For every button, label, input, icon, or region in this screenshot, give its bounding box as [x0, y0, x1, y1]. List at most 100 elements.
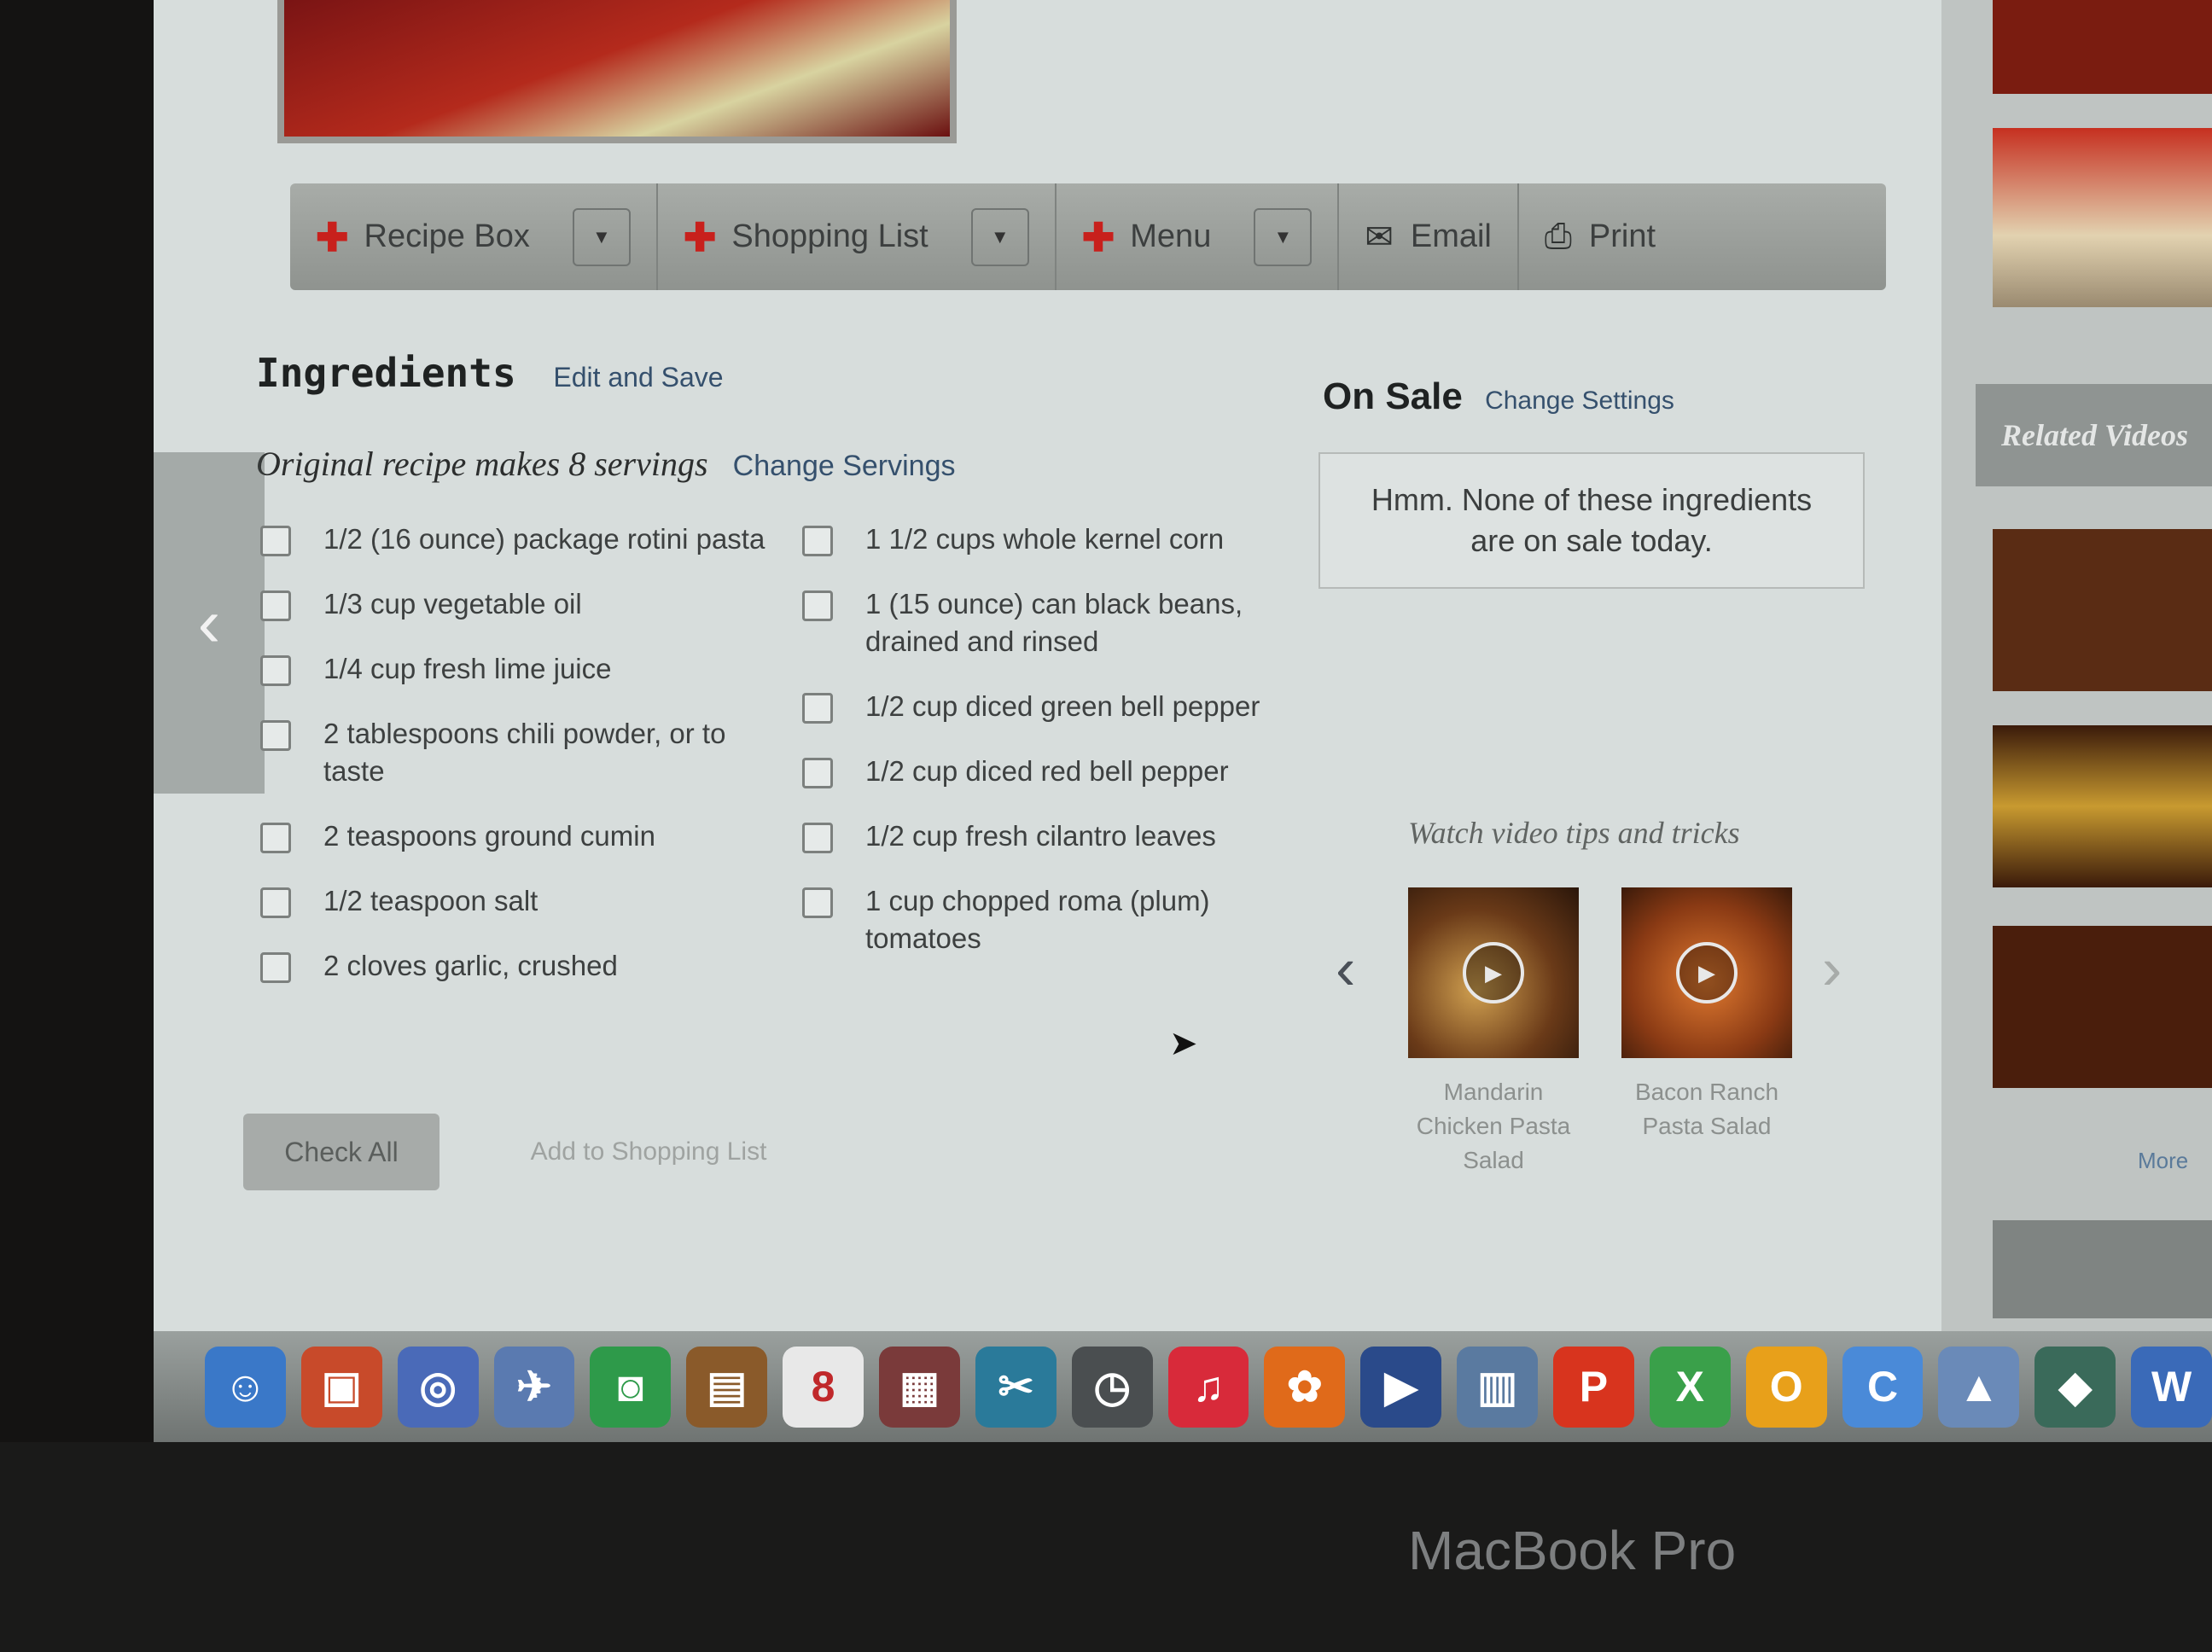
shopping-list-label: Shopping List — [731, 218, 928, 254]
ingredient-label: 1 1/2 cups whole kernel corn — [865, 523, 1225, 555]
ingredient-checkbox[interactable] — [802, 590, 833, 621]
email-button[interactable]: ✉ Email — [1339, 183, 1519, 290]
video-card[interactable]: ▶ Mandarin Chicken Pasta Salad — [1408, 887, 1579, 1178]
plus-icon: ✚ — [316, 214, 349, 259]
servings-text: Original recipe makes 8 servings — [256, 445, 708, 483]
related-video-thumbnail[interactable] — [1993, 725, 2212, 887]
mouse-cursor-icon: ➤ — [1169, 1025, 1198, 1062]
photos-icon[interactable]: ▦ — [879, 1346, 960, 1428]
chevron-down-icon: ▼ — [990, 225, 1010, 247]
contacts-icon[interactable]: ▤ — [686, 1346, 768, 1428]
ingredient-checkbox[interactable] — [260, 887, 291, 918]
safari-icon[interactable]: ◎ — [397, 1346, 479, 1428]
ingredient-item[interactable]: 1/4 cup fresh lime juice — [260, 650, 789, 688]
video-thumbnail[interactable]: ▶ — [1621, 887, 1792, 1058]
ingredient-checkbox[interactable] — [260, 823, 291, 853]
ingredient-label: 1 (15 ounce) can black beans, drained an… — [865, 588, 1243, 657]
finder-icon[interactable]: ☺ — [205, 1346, 286, 1428]
ingredient-item[interactable]: 1/2 cup diced red bell pepper — [802, 753, 1331, 790]
related-video-thumbnail[interactable] — [1993, 529, 2212, 691]
ingredient-checkbox[interactable] — [260, 526, 291, 556]
screen: ✚ Recipe Box ▼ ✚ Shopping List ▼ ✚ Menu … — [154, 0, 2212, 1442]
ingredient-checkbox[interactable] — [802, 823, 833, 853]
video-tips-title: Watch video tips and tricks — [1408, 816, 1740, 850]
ingredient-item[interactable]: 2 tablespoons chili powder, or to taste — [260, 715, 789, 790]
mail-icon[interactable]: ✈ — [493, 1346, 575, 1428]
ingredient-label: 2 teaspoons ground cumin — [323, 820, 655, 852]
chrome-icon[interactable]: C — [1842, 1346, 1924, 1428]
ingredient-item[interactable]: 1/2 (16 ounce) package rotini pasta — [260, 521, 789, 558]
print-button[interactable]: ⎙ Print — [1519, 183, 1681, 290]
ingredient-label: 1 cup chopped roma (plum) tomatoes — [865, 885, 1210, 954]
recipe-box-label: Recipe Box — [364, 218, 530, 254]
recipe-box-dropdown[interactable]: ▼ — [572, 207, 631, 266]
add-to-shopping-list-button[interactable]: Add to Shopping List — [478, 1114, 819, 1190]
powerpoint-icon[interactable]: P — [1553, 1346, 1634, 1428]
menu-dropdown[interactable]: ▼ — [1254, 207, 1313, 266]
recipe-toolbar: ✚ Recipe Box ▼ ✚ Shopping List ▼ ✚ Menu … — [290, 183, 1886, 290]
ingredient-item[interactable]: 1/2 teaspoon salt — [260, 882, 789, 920]
check-all-button[interactable]: Check All — [243, 1114, 439, 1190]
quicktime-icon[interactable]: ▶ — [1360, 1346, 1442, 1428]
ingredient-item[interactable]: 1/3 cup vegetable oil — [260, 585, 789, 623]
preview-icon[interactable]: ✂ — [975, 1346, 1057, 1428]
ingredient-checkbox[interactable] — [260, 590, 291, 621]
downloads-icon[interactable]: ▲ — [1938, 1346, 2020, 1428]
video-thumbnail[interactable]: ▶ — [1408, 887, 1579, 1058]
ingredient-item[interactable]: 1 cup chopped roma (plum) tomatoes — [802, 882, 1331, 957]
ingredient-label: 1/2 (16 ounce) package rotini pasta — [323, 523, 765, 555]
finder-window-icon[interactable]: ▥ — [1457, 1346, 1539, 1428]
dock: ☺ ▣ ◎ ✈ ◙ ▤ 8 ▦ ✂ ◷ ♫ ✿ ▶ ▥ P X O C ▲ ◆ W — [154, 1331, 2212, 1442]
edit-and-save-link[interactable]: Edit and Save — [553, 362, 723, 393]
ingredient-item[interactable]: 1/2 cup diced green bell pepper — [802, 688, 1331, 725]
facetime-icon[interactable]: ◙ — [590, 1346, 672, 1428]
outlook-icon[interactable]: O — [1745, 1346, 1827, 1428]
stack-icon[interactable]: ◆ — [2034, 1346, 2116, 1428]
video-next-button[interactable]: › — [1822, 934, 1842, 1003]
chevron-left-icon: ‹ — [197, 585, 221, 660]
ingredient-item[interactable]: 1/2 cup fresh cilantro leaves — [802, 817, 1331, 855]
video-card[interactable]: ▶ Bacon Ranch Pasta Salad — [1621, 887, 1792, 1143]
ingredient-checkbox[interactable] — [802, 758, 833, 788]
video-title[interactable]: Mandarin Chicken Pasta Salad — [1408, 1075, 1579, 1178]
more-link[interactable]: More — [2138, 1148, 2188, 1174]
word-icon[interactable]: W — [2131, 1346, 2212, 1428]
ingredient-label: 1/2 teaspoon salt — [323, 885, 538, 916]
ingredient-label: 1/2 cup fresh cilantro leaves — [865, 820, 1216, 852]
ingredient-checkbox[interactable] — [802, 526, 833, 556]
rail-thumbnail[interactable] — [1993, 128, 2212, 307]
plus-icon: ✚ — [1081, 214, 1115, 259]
servings-line: Original recipe makes 8 servings Change … — [256, 444, 955, 484]
ingredient-item[interactable]: 2 cloves garlic, crushed — [260, 947, 789, 985]
itunes-icon[interactable]: ♫ — [1167, 1346, 1249, 1428]
ingredient-checkbox[interactable] — [260, 720, 291, 751]
change-settings-link[interactable]: Change Settings — [1485, 387, 1674, 415]
rail-thumbnail[interactable] — [1993, 0, 2212, 94]
recipe-photo — [277, 0, 957, 143]
photo-booth-icon[interactable]: ▣ — [300, 1346, 382, 1428]
ingredient-item[interactable]: 1 (15 ounce) can black beans, drained an… — [802, 585, 1331, 660]
print-label: Print — [1588, 218, 1656, 254]
menu-button[interactable]: ✚ Menu ▼ — [1057, 183, 1340, 290]
video-title[interactable]: Bacon Ranch Pasta Salad — [1621, 1075, 1792, 1143]
ingredient-checkbox[interactable] — [260, 655, 291, 686]
recipe-box-button[interactable]: ✚ Recipe Box ▼ — [290, 183, 658, 290]
ingredient-item[interactable]: 1 1/2 cups whole kernel corn — [802, 521, 1331, 558]
ingredient-checkbox[interactable] — [802, 887, 833, 918]
ingredient-checkbox[interactable] — [802, 693, 833, 724]
shopping-list-button[interactable]: ✚ Shopping List ▼ — [658, 183, 1057, 290]
related-videos-heading: Related Videos — [1976, 384, 2212, 486]
right-rail: Related Videos More — [1941, 0, 2212, 1331]
change-servings-link[interactable]: Change Servings — [733, 450, 956, 482]
time-machine-icon[interactable]: ◷ — [1071, 1346, 1153, 1428]
dashboard-icon[interactable]: ✿ — [1264, 1346, 1346, 1428]
shopping-list-dropdown[interactable]: ▼ — [970, 207, 1029, 266]
calendar-icon[interactable]: 8 — [783, 1346, 864, 1428]
ingredient-checkbox[interactable] — [260, 952, 291, 983]
video-prev-button[interactable]: ‹ — [1336, 934, 1355, 1003]
related-video-thumbnail[interactable] — [1993, 926, 2212, 1088]
ingredient-item[interactable]: 2 teaspoons ground cumin — [260, 817, 789, 855]
excel-icon[interactable]: X — [1649, 1346, 1731, 1428]
printer-icon: ⎙ — [1544, 218, 1572, 255]
carousel-prev-button[interactable]: ‹ — [154, 452, 265, 794]
